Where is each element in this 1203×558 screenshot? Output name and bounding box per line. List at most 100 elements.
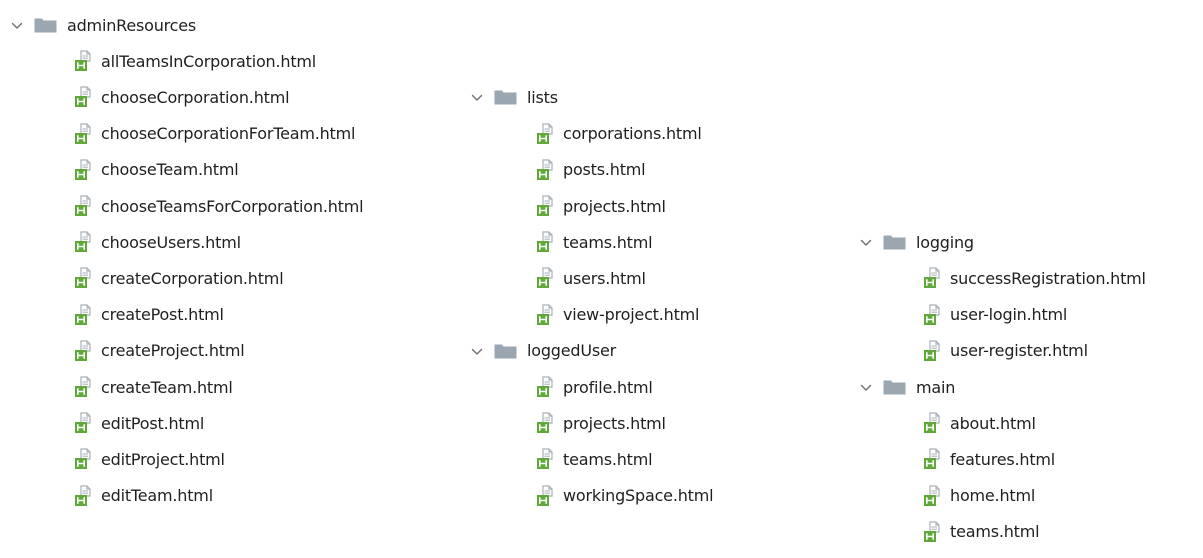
- file-node[interactable]: createCorporation.html: [74, 260, 284, 296]
- file-label: createProject.html: [101, 341, 245, 361]
- html-file-icon: [74, 50, 96, 72]
- html-file-icon: [923, 267, 945, 289]
- file-node[interactable]: createTeam.html: [74, 369, 233, 405]
- file-node[interactable]: chooseCorporation.html: [74, 79, 290, 115]
- file-label: about.html: [950, 413, 1036, 433]
- file-node[interactable]: chooseCorporationForTeam.html: [74, 116, 355, 152]
- folder-node-logging[interactable]: logging: [859, 224, 974, 260]
- file-node[interactable]: posts.html: [536, 152, 646, 188]
- file-label: corporations.html: [563, 124, 702, 144]
- folder-icon: [494, 343, 517, 359]
- folder-label: main: [916, 377, 956, 397]
- file-node[interactable]: features.html: [923, 441, 1055, 477]
- file-label: projects.html: [563, 413, 666, 433]
- file-node[interactable]: chooseTeam.html: [74, 152, 239, 188]
- file-label: profile.html: [563, 377, 653, 397]
- file-label: chooseCorporation.html: [101, 87, 290, 107]
- html-file-icon: [74, 122, 96, 145]
- folder-icon: [883, 379, 906, 395]
- html-file-icon: [536, 448, 558, 470]
- html-file-icon: [923, 340, 945, 362]
- folder-icon: [34, 17, 57, 33]
- html-file-icon: [923, 448, 945, 470]
- file-node[interactable]: chooseTeamsForCorporation.html: [74, 188, 364, 224]
- file-label: chooseTeamsForCorporation.html: [101, 196, 364, 216]
- html-file-icon: [923, 412, 945, 434]
- file-node[interactable]: workingSpace.html: [536, 478, 714, 514]
- folder-label: logging: [916, 232, 974, 252]
- folder-node-lists[interactable]: lists: [470, 79, 558, 115]
- file-node[interactable]: successRegistration.html: [923, 260, 1146, 296]
- chevron-down-icon[interactable]: [859, 380, 873, 394]
- file-node[interactable]: profile.html: [536, 369, 653, 405]
- folder-label: adminResources: [67, 15, 197, 35]
- chevron-down-icon[interactable]: [470, 90, 484, 104]
- html-file-icon: [536, 303, 558, 326]
- file-node[interactable]: teams.html: [536, 224, 653, 260]
- html-file-icon: [74, 448, 96, 470]
- file-node[interactable]: home.html: [923, 478, 1035, 514]
- file-label: successRegistration.html: [950, 268, 1146, 288]
- folder-node-adminresources[interactable]: adminResources: [10, 7, 196, 43]
- file-label: editPost.html: [101, 413, 205, 433]
- file-label: teams.html: [563, 449, 653, 469]
- file-label: user-login.html: [950, 305, 1068, 325]
- html-file-icon: [536, 231, 558, 253]
- file-label: features.html: [950, 449, 1056, 469]
- file-node[interactable]: projects.html: [536, 405, 666, 441]
- file-label: projects.html: [563, 196, 666, 216]
- file-label: view-project.html: [563, 305, 700, 325]
- html-file-icon: [74, 231, 96, 253]
- file-label: createPost.html: [101, 305, 224, 325]
- file-label: posts.html: [563, 160, 646, 180]
- file-node[interactable]: users.html: [536, 260, 646, 296]
- file-node[interactable]: about.html: [923, 405, 1036, 441]
- file-node[interactable]: allTeamsInCorporation.html: [74, 43, 316, 79]
- file-node[interactable]: user-register.html: [923, 333, 1088, 369]
- file-node[interactable]: editTeam.html: [74, 478, 213, 514]
- folder-node-main[interactable]: main: [859, 369, 955, 405]
- html-file-icon: [74, 376, 96, 398]
- html-file-icon: [536, 159, 558, 181]
- file-node[interactable]: createProject.html: [74, 333, 245, 369]
- html-file-icon: [536, 122, 558, 145]
- folder-icon: [494, 89, 517, 105]
- file-node[interactable]: view-project.html: [536, 297, 699, 333]
- html-file-icon: [536, 484, 558, 507]
- html-file-icon: [536, 267, 558, 289]
- html-file-icon: [536, 412, 558, 434]
- file-label: createTeam.html: [101, 377, 233, 397]
- html-file-icon: [74, 159, 96, 181]
- file-label: chooseUsers.html: [101, 232, 241, 252]
- file-label: teams.html: [950, 522, 1040, 542]
- chevron-down-icon[interactable]: [470, 344, 484, 358]
- folder-icon: [883, 234, 906, 250]
- file-label: allTeamsInCorporation.html: [101, 51, 317, 71]
- html-file-icon: [74, 303, 96, 326]
- html-file-icon: [74, 340, 96, 362]
- html-file-icon: [74, 484, 96, 507]
- file-node[interactable]: editPost.html: [74, 405, 204, 441]
- html-file-icon: [74, 267, 96, 289]
- html-file-icon: [536, 376, 558, 398]
- chevron-down-icon[interactable]: [859, 235, 873, 249]
- html-file-icon: [923, 484, 945, 507]
- folder-node-loggeduser[interactable]: loggedUser: [470, 333, 616, 369]
- file-label: editTeam.html: [101, 486, 213, 506]
- file-label: user-register.html: [950, 341, 1088, 361]
- file-label: editProject.html: [101, 449, 225, 469]
- file-node[interactable]: projects.html: [536, 188, 666, 224]
- file-node[interactable]: teams.html: [923, 514, 1040, 550]
- file-node[interactable]: editProject.html: [74, 441, 225, 477]
- file-node[interactable]: chooseUsers.html: [74, 224, 241, 260]
- file-label: chooseCorporationForTeam.html: [101, 124, 356, 144]
- file-node[interactable]: corporations.html: [536, 116, 702, 152]
- file-node[interactable]: createPost.html: [74, 297, 224, 333]
- file-label: home.html: [950, 486, 1036, 506]
- chevron-down-icon[interactable]: [10, 18, 24, 32]
- file-label: workingSpace.html: [563, 486, 714, 506]
- file-node[interactable]: user-login.html: [923, 297, 1067, 333]
- folder-label: lists: [527, 87, 558, 107]
- file-node[interactable]: teams.html: [536, 441, 653, 477]
- file-label: teams.html: [563, 232, 653, 252]
